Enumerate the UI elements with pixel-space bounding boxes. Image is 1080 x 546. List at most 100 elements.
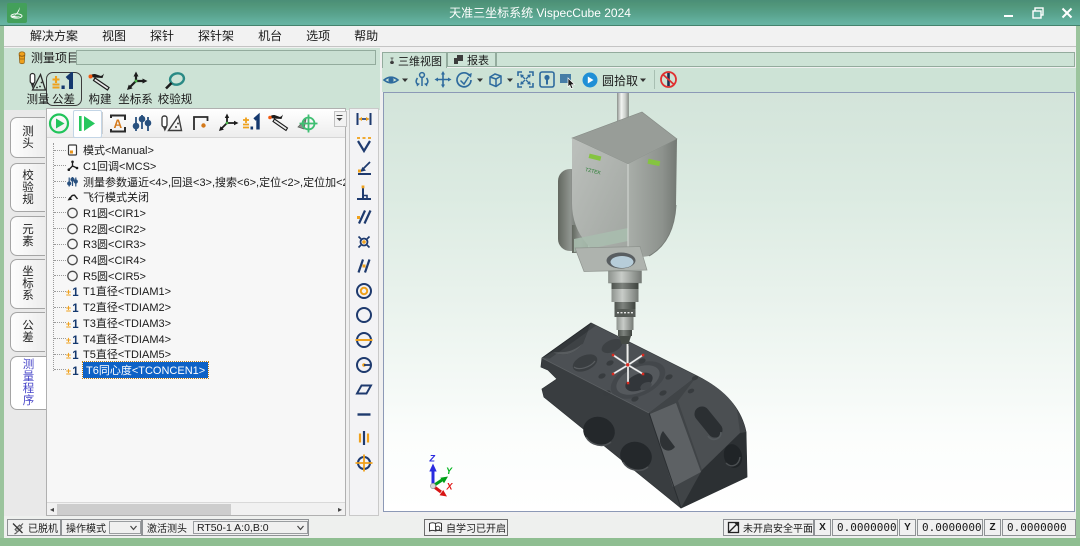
- construct-small-icon[interactable]: [267, 111, 291, 136]
- menu-view[interactable]: 视图: [90, 26, 138, 46]
- visibility-dropdown-icon[interactable]: [401, 76, 409, 84]
- tree-item-tolerance[interactable]: ±1T3直径<TDIAM3>: [47, 315, 345, 331]
- active-probe-select[interactable]: RT50-1 A:0,B:0: [193, 521, 308, 534]
- parameters-icon[interactable]: [131, 111, 153, 136]
- tree-item-circle[interactable]: R1圆<CIR1>: [47, 205, 345, 221]
- tol-diameter-icon[interactable]: [354, 330, 374, 350]
- menu-options[interactable]: 选项: [294, 26, 342, 46]
- side-tab-probe[interactable]: 测头: [10, 117, 45, 158]
- side-tab-program[interactable]: 测量程序: [10, 356, 46, 410]
- self-learn-button[interactable]: 自学习已开启: [424, 519, 508, 536]
- corner-point-icon[interactable]: [190, 111, 212, 136]
- operation-mode-select[interactable]: [109, 521, 141, 534]
- tol-position-small-icon[interactable]: [354, 232, 374, 252]
- tol-perpendicularity-icon[interactable]: [354, 183, 374, 203]
- tab-3d-view[interactable]: 三维视图: [382, 52, 447, 68]
- tree-item-recall[interactable]: C1回调<MCS>: [47, 158, 345, 174]
- tree-item-mode[interactable]: 模式<Manual>: [47, 142, 345, 158]
- menu-bar: 解决方案视图探针探针架机台选项帮助: [4, 26, 1076, 47]
- tolerance-small-icon[interactable]: [241, 111, 265, 136]
- cube-dropdown-icon[interactable]: [506, 76, 514, 84]
- view-tab-bar: 三维视图 报表: [382, 48, 1076, 68]
- self-learn-icon: [428, 521, 443, 534]
- tol-roundness-icon[interactable]: [354, 305, 374, 325]
- circle-pick-label[interactable]: 圆拾取: [602, 72, 638, 89]
- ribbon-coordinate-button[interactable]: 坐标系: [116, 70, 155, 108]
- pick-dropdown-icon[interactable]: [639, 76, 647, 84]
- toolbar-overflow-button[interactable]: [334, 111, 347, 127]
- offline-icon: [11, 521, 25, 535]
- tol-straightness-icon[interactable]: [354, 404, 374, 424]
- tree-item-tolerance[interactable]: ±1T2直径<TDIAM2>: [47, 299, 345, 315]
- tol-concentricity-icon[interactable]: [354, 281, 374, 301]
- tol-angle-icon[interactable]: [354, 158, 374, 178]
- scrollbar-thumb[interactable]: [57, 504, 231, 515]
- menu-machine[interactable]: 机台: [246, 26, 294, 46]
- stop-machine-icon[interactable]: [659, 70, 678, 89]
- ribbon-tolerance-button[interactable]: 公差: [47, 70, 80, 108]
- menu-probe[interactable]: 探针: [138, 26, 186, 46]
- tol-position-icon[interactable]: [354, 453, 374, 473]
- tree-item-fly-mode[interactable]: 飞行模式关闭: [47, 189, 345, 205]
- tree-item-circle[interactable]: R2圆<CIR2>: [47, 221, 345, 237]
- tree-item-tolerance[interactable]: ±1T4直径<TDIAM4>: [47, 331, 345, 347]
- rotate-view-icon[interactable]: [455, 71, 473, 89]
- 3d-viewport[interactable]: TZTEK: [383, 92, 1075, 512]
- menu-probe-rack[interactable]: 探针架: [186, 26, 246, 46]
- z-coordinate-value: 0.0000000: [1002, 519, 1076, 536]
- tree-item-tolerance[interactable]: ±1T1直径<TDIAM1>: [47, 284, 345, 300]
- minimize-button[interactable]: [996, 0, 1022, 26]
- svg-text:±: ±: [66, 304, 71, 314]
- tree-horizontal-scrollbar[interactable]: ◂ ▸: [47, 502, 345, 515]
- app-window: 天准三坐标系统 VispecCube 2024 解决方案视图探针探针架机台选项帮…: [0, 0, 1080, 546]
- play-view-icon[interactable]: [581, 71, 599, 89]
- auto-mode-icon[interactable]: A: [107, 111, 129, 136]
- view-cube-icon[interactable]: [486, 71, 504, 89]
- tol-flatness-icon[interactable]: [354, 379, 374, 399]
- circle-feature-icon: [66, 206, 79, 220]
- side-tab-gauge[interactable]: 校验规: [10, 163, 45, 212]
- tree-item-tolerance-selected[interactable]: ±1T6同心度<TCONCEN1>: [47, 362, 345, 378]
- ribbon-construct-button[interactable]: 构建: [84, 70, 116, 108]
- restore-button[interactable]: [1025, 0, 1051, 26]
- tol-angularity-icon[interactable]: [354, 256, 374, 276]
- window-frame-bottom: [0, 538, 1080, 546]
- orbit-icon[interactable]: [413, 70, 431, 89]
- run-program-icon[interactable]: [48, 111, 70, 136]
- tol-distance-icon[interactable]: [354, 109, 374, 129]
- select-icon[interactable]: [558, 70, 577, 89]
- tree-item-tolerance[interactable]: ±1T5直径<TDIAM5>: [47, 346, 345, 362]
- tol-runout-icon[interactable]: [354, 355, 374, 375]
- side-tab-element[interactable]: 元素: [10, 216, 45, 256]
- probe-path-icon[interactable]: [294, 111, 318, 136]
- pan-icon[interactable]: [434, 70, 452, 89]
- fit-view-icon[interactable]: [516, 70, 535, 89]
- tree-item-circle[interactable]: R5圆<CIR5>: [47, 268, 345, 284]
- run-from-cursor-icon[interactable]: [76, 111, 98, 136]
- side-tab-coordinate[interactable]: 坐标系: [10, 259, 45, 309]
- rotate-dropdown-icon[interactable]: [476, 76, 484, 84]
- scroll-right-icon[interactable]: ▸: [338, 505, 342, 514]
- side-tab-tolerance[interactable]: 公差: [10, 312, 45, 352]
- menu-help[interactable]: 帮助: [342, 26, 390, 46]
- scroll-left-icon[interactable]: ◂: [50, 505, 54, 514]
- tolerance-tool-column: [349, 108, 379, 516]
- tol-angle-dash-icon[interactable]: [354, 134, 374, 154]
- left-panel-title: 测量项目: [31, 50, 79, 66]
- visibility-icon[interactable]: [382, 71, 400, 89]
- tree-toolbar: A: [47, 109, 345, 138]
- menu-solution[interactable]: 解决方案: [18, 26, 90, 46]
- restore-icon: [1032, 7, 1044, 19]
- close-button[interactable]: [1054, 0, 1080, 26]
- axis-move-icon[interactable]: [216, 111, 240, 136]
- tol-parallelism-icon[interactable]: [354, 207, 374, 227]
- tol-symmetry-icon[interactable]: [354, 428, 374, 448]
- ribbon-gauge-button[interactable]: 校验规: [155, 70, 195, 108]
- tree-item-params[interactable]: 测量参数逼近<4>,回退<3>,搜索<6>,定位<2>,定位加<2>,测: [47, 174, 345, 190]
- toolbar-separator: [102, 112, 103, 134]
- tree-item-circle[interactable]: R4圆<CIR4>: [47, 252, 345, 268]
- edit-measure-icon[interactable]: [159, 111, 185, 136]
- tab-report[interactable]: 报表: [447, 52, 496, 67]
- tree-item-circle[interactable]: R3圆<CIR3>: [47, 237, 345, 253]
- locate-icon[interactable]: [538, 70, 556, 89]
